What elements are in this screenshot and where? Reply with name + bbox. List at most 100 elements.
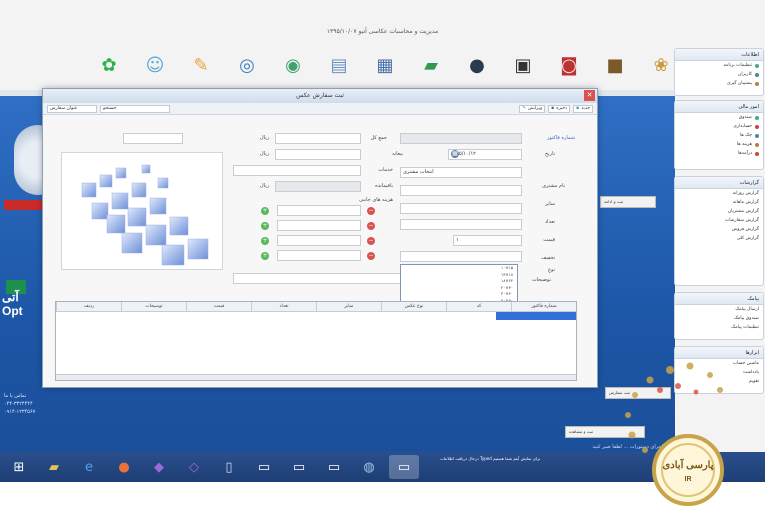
vs2-icon[interactable]: ◇ <box>179 455 209 479</box>
sidebar-item[interactable]: هزینه ها <box>675 140 763 149</box>
app2-icon[interactable]: ▭ <box>389 455 419 479</box>
sidebar-item-label: ارسال پیامک <box>735 307 759 312</box>
save-label: ذخیره <box>556 106 568 111</box>
remaining-field[interactable] <box>275 181 361 192</box>
code-field[interactable] <box>123 133 183 144</box>
card-icon[interactable]: ▰ <box>417 51 445 79</box>
people-icon[interactable]: ☺ <box>141 51 169 79</box>
frame-icon[interactable]: ❀ <box>647 51 675 79</box>
extra-field-1[interactable] <box>277 205 361 216</box>
sidebar-item[interactable]: صندوق <box>675 113 763 122</box>
camera-icon[interactable]: ◎ <box>233 51 261 79</box>
save-icon: ▪ <box>551 106 555 111</box>
logo-line: Opt <box>2 304 23 318</box>
contact-info: تماس با ما ۰۴۴-۳۳۲۴۴۴۴ ۰۹۱۴-۱۲۳۴۵۶۷ <box>4 392 48 436</box>
add-icon[interactable]: + <box>261 237 269 245</box>
print-icon[interactable]: ▣ <box>509 51 537 79</box>
customer-field[interactable]: انتخاب مشتری <box>400 167 522 178</box>
calendar-icon[interactable]: ▦ <box>451 150 459 158</box>
window3-icon[interactable]: ▭ <box>319 455 349 479</box>
sidebar-item[interactable]: کاربران <box>675 70 763 79</box>
sidebar-item[interactable]: صندوق پیامک <box>675 314 763 323</box>
bullet-icon <box>755 72 759 77</box>
column-header[interactable]: ردیف <box>56 302 121 311</box>
sidebar-item[interactable]: ارسال پیامک <box>675 305 763 314</box>
remove-icon[interactable]: − <box>367 222 375 230</box>
doc-icon[interactable]: ▯ <box>214 455 244 479</box>
horizontal-scrollbar[interactable] <box>56 374 576 380</box>
dialog-titlebar: ثبت سفارش عکس ✕ <box>43 89 597 103</box>
column-header[interactable]: توضیحات <box>121 302 186 311</box>
type-select[interactable] <box>400 251 522 262</box>
deposit-field[interactable] <box>275 149 361 160</box>
book-icon[interactable]: ▤ <box>325 51 353 79</box>
save-button[interactable]: ▪ ذخیره <box>548 104 571 113</box>
services-select[interactable] <box>233 165 361 176</box>
folder-icon[interactable]: ✎ <box>187 51 215 79</box>
sidebar-item[interactable]: تنظیمات برنامه <box>675 61 763 70</box>
column-header[interactable]: نوع عکس <box>381 302 446 311</box>
lifebuoy-icon[interactable]: ✿ <box>95 51 123 79</box>
remove-icon[interactable]: − <box>367 237 375 245</box>
add-icon[interactable]: + <box>261 207 269 215</box>
folder-icon[interactable]: ▰ <box>39 455 69 479</box>
palette-icon[interactable]: ◉ <box>279 51 307 79</box>
qty-field[interactable]: ۱ <box>453 235 522 246</box>
order-number-field[interactable] <box>400 133 522 144</box>
date-field[interactable]: ۱۳۹۵/۱۰/۱۲ <box>448 149 522 160</box>
table-row-selected[interactable] <box>496 312 576 320</box>
close-button[interactable]: ✕ <box>584 90 595 101</box>
column-header[interactable]: قیمت <box>186 302 251 311</box>
sidebar-item[interactable]: گزارش کلی <box>675 234 763 243</box>
currency-label: ریال <box>260 135 269 141</box>
extra-label: هزینه های جانبی <box>359 197 393 203</box>
column-header[interactable]: سایز <box>316 302 381 311</box>
firefox-icon[interactable]: ● <box>109 455 139 479</box>
sidebar-item[interactable]: چک ها <box>675 131 763 140</box>
extra-field-2[interactable] <box>277 220 361 231</box>
sidebar-item[interactable]: درآمدها <box>675 149 763 158</box>
column-header[interactable]: تعداد <box>251 302 316 311</box>
extra-field-3[interactable] <box>277 235 361 246</box>
sidebar-item[interactable]: گزارش فروش <box>675 225 763 234</box>
sidebar-item[interactable]: گزارش سفارشات <box>675 216 763 225</box>
remove-icon[interactable]: − <box>367 207 375 215</box>
extra-field-4[interactable] <box>277 250 361 261</box>
filter-input[interactable]: جستجو <box>100 104 170 113</box>
new-button[interactable]: ▪ جدید <box>573 104 593 113</box>
contact-line: ۰۴۴-۳۳۲۴۴۴۴ <box>4 401 33 407</box>
calendar-icon[interactable]: ▦ <box>371 51 399 79</box>
bullet-icon <box>755 151 759 156</box>
sidebar-panel: امور مالی صندوق حسابداری چک ها هزینه ها … <box>674 100 764 170</box>
start-icon[interactable]: ⊞ <box>4 455 34 479</box>
description-field[interactable] <box>233 273 409 284</box>
column-header[interactable]: کد <box>446 302 511 311</box>
order-dialog: ثبت سفارش عکس ✕ عنوان سفارش جستجو ✎ ویرای… <box>42 88 598 388</box>
film-icon[interactable]: ● <box>463 51 491 79</box>
sidebar-item[interactable]: حسابداری <box>675 122 763 131</box>
ie-icon[interactable]: e <box>74 455 104 479</box>
count-field[interactable] <box>400 203 522 214</box>
app-icon[interactable]: ◍ <box>354 455 384 479</box>
price-field[interactable] <box>400 219 522 230</box>
size-field[interactable] <box>400 185 522 196</box>
price-label: قیمت <box>543 237 555 243</box>
sidebar-item[interactable]: گزارش مشتریان <box>675 207 763 216</box>
window-icon[interactable]: ▭ <box>249 455 279 479</box>
search-input[interactable]: عنوان سفارش <box>47 104 97 113</box>
add-icon[interactable]: + <box>261 222 269 230</box>
add-icon[interactable]: + <box>261 252 269 260</box>
camera2-icon[interactable]: ◙ <box>555 51 583 79</box>
column-header[interactable]: شماره فاکتور <box>511 302 576 311</box>
sidebar-item[interactable]: گزارش روزانه <box>675 189 763 198</box>
box-icon[interactable]: ■ <box>601 51 629 79</box>
total-field[interactable] <box>275 133 361 144</box>
sidebar-item[interactable]: گزارش ماهانه <box>675 198 763 207</box>
edit-button[interactable]: ✎ ویرایش <box>519 104 546 113</box>
window2-icon[interactable]: ▭ <box>284 455 314 479</box>
bg-button[interactable]: ثبت و ادامه <box>600 196 656 208</box>
sidebar-item[interactable]: پشتیبان گیری <box>675 79 763 88</box>
remove-icon[interactable]: − <box>367 252 375 260</box>
date-label: تاریخ <box>545 151 555 157</box>
vs-icon[interactable]: ◆ <box>144 455 174 479</box>
